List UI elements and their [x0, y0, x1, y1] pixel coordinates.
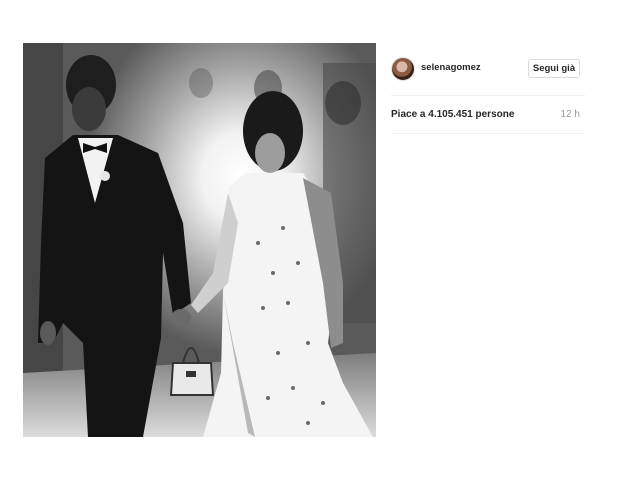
follow-button[interactable]: Segui già: [528, 59, 580, 78]
divider: [391, 133, 585, 134]
likes-count[interactable]: Piace a 4.105.451 persone: [391, 109, 514, 120]
post-sidebar: selenagomez Segui già Piace a 4.105.451 …: [391, 43, 585, 437]
post-photo-image: [23, 43, 376, 437]
post-header: selenagomez Segui già: [391, 43, 585, 96]
username-link[interactable]: selenagomez: [421, 62, 481, 73]
post-photo: [23, 43, 376, 437]
profile-avatar-icon[interactable]: [391, 57, 415, 81]
post-timestamp[interactable]: 12 h: [561, 109, 580, 120]
